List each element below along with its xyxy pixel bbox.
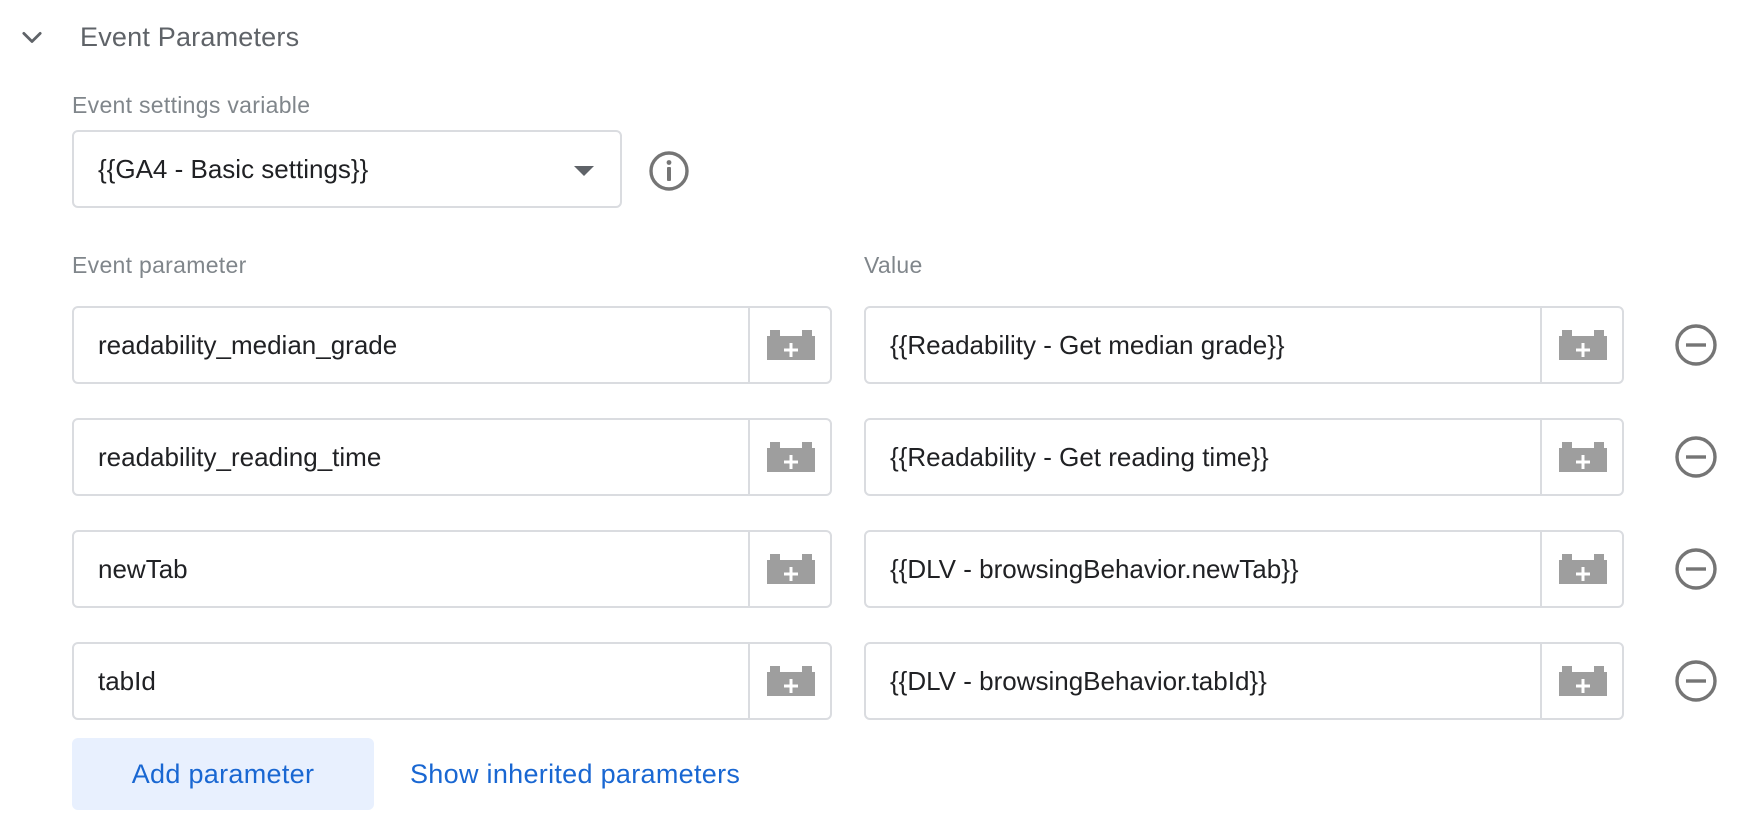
event-parameter-field[interactable]: readability_reading_time: [72, 418, 832, 496]
variable-block-icon: [767, 666, 815, 696]
remove-circle-icon: [1675, 324, 1717, 366]
remove-row-button[interactable]: [1674, 659, 1718, 703]
event-value-field[interactable]: {{DLV - browsingBehavior.tabId}}: [864, 642, 1624, 720]
remove-circle-icon: [1675, 548, 1717, 590]
dropdown-caret-icon: [574, 166, 594, 176]
event-parameter-field[interactable]: newTab: [72, 530, 832, 608]
insert-variable-button[interactable]: [1540, 420, 1622, 494]
remove-circle-icon: [1675, 660, 1717, 702]
insert-variable-button[interactable]: [1540, 644, 1622, 718]
info-icon[interactable]: [648, 150, 690, 192]
value-column-header: Value: [864, 252, 923, 278]
event-value-field[interactable]: {{DLV - browsingBehavior.newTab}}: [864, 530, 1624, 608]
variable-block-icon: [1559, 666, 1607, 696]
event-parameter-name: readability_median_grade: [98, 330, 398, 360]
chevron-down-icon[interactable]: [18, 24, 46, 52]
event-parameter-name: readability_reading_time: [98, 442, 382, 472]
insert-variable-button[interactable]: [748, 308, 830, 382]
event-settings-select[interactable]: {{GA4 - Basic settings}}: [72, 130, 622, 208]
event-value-field[interactable]: {{Readability - Get reading time}}: [864, 418, 1624, 496]
event-parameter-value: {{Readability - Get reading time}}: [890, 442, 1269, 472]
event-parameter-name: newTab: [98, 554, 188, 584]
event-parameter-value: {{Readability - Get median grade}}: [890, 330, 1285, 360]
insert-variable-button[interactable]: [748, 644, 830, 718]
insert-variable-button[interactable]: [1540, 308, 1622, 382]
section-header[interactable]: Event Parameters: [0, 0, 1756, 80]
event-parameter-value: {{DLV - browsingBehavior.newTab}}: [890, 554, 1299, 584]
variable-block-icon: [1559, 330, 1607, 360]
add-parameter-button[interactable]: Add parameter: [72, 738, 374, 810]
variable-block-icon: [1559, 554, 1607, 584]
event-parameter-column-header: Event parameter: [72, 252, 247, 278]
event-parameter-value: {{DLV - browsingBehavior.tabId}}: [890, 666, 1267, 696]
remove-row-button[interactable]: [1674, 323, 1718, 367]
insert-variable-button[interactable]: [748, 532, 830, 606]
variable-block-icon: [767, 330, 815, 360]
variable-block-icon: [767, 554, 815, 584]
event-parameter-name: tabId: [98, 666, 156, 696]
variable-block-icon: [767, 442, 815, 472]
remove-circle-icon: [1675, 436, 1717, 478]
remove-row-button[interactable]: [1674, 435, 1718, 479]
insert-variable-button[interactable]: [1540, 532, 1622, 606]
insert-variable-button[interactable]: [748, 420, 830, 494]
remove-row-button[interactable]: [1674, 547, 1718, 591]
event-value-field[interactable]: {{Readability - Get median grade}}: [864, 306, 1624, 384]
event-settings-label: Event settings variable: [72, 92, 311, 118]
variable-block-icon: [1559, 442, 1607, 472]
event-parameter-field[interactable]: tabId: [72, 642, 832, 720]
event-parameter-field[interactable]: readability_median_grade: [72, 306, 832, 384]
event-settings-selected-value: {{GA4 - Basic settings}}: [98, 154, 369, 184]
show-inherited-parameters-link[interactable]: Show inherited parameters: [410, 738, 740, 810]
section-title: Event Parameters: [80, 22, 300, 52]
